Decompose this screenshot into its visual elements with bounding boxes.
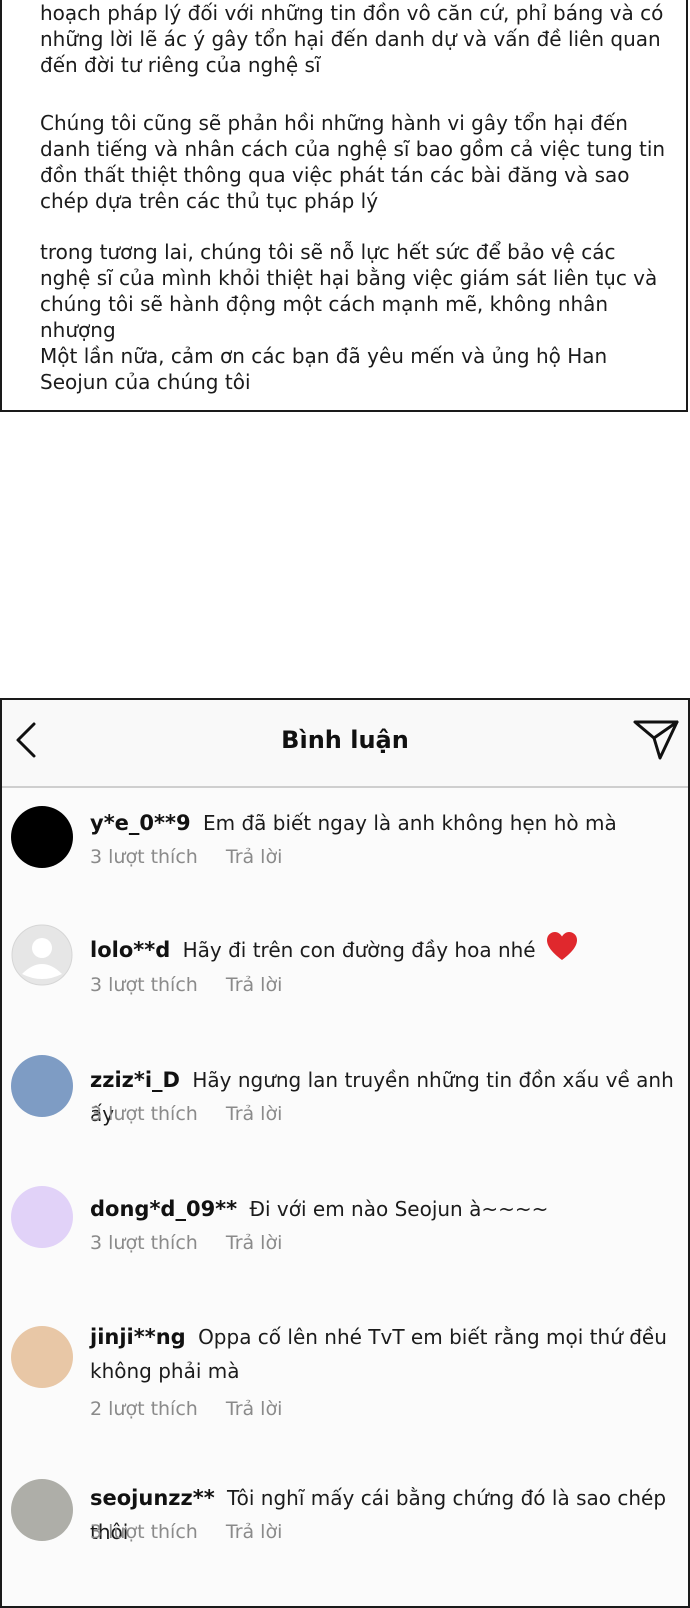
red-heart-icon <box>546 932 577 960</box>
comment-text-line: y*e_0**9 Em đã biết ngay là anh không hẹ… <box>90 806 684 840</box>
reply-button[interactable]: Trả lời <box>226 1521 283 1543</box>
comments-screen: Bình luận y*e_0**9 Em đã biết ngay là an… <box>0 698 690 1608</box>
comment-username[interactable]: y*e_0**9 <box>90 811 191 835</box>
paper-plane-icon[interactable] <box>632 718 680 762</box>
announcement-paragraph: hoạch pháp lý đối với những tin đồn vô c… <box>40 1 664 77</box>
avatar[interactable] <box>11 924 73 986</box>
comment-meta: 2 lượt thích Trả lời <box>90 1398 304 1420</box>
avatar[interactable] <box>11 806 73 868</box>
like-count[interactable]: 3 lượt thích <box>90 1521 198 1543</box>
announcement-paragraph: trong tương lai, chúng tôi sẽ nỗ lực hết… <box>40 240 658 342</box>
comment-text: Đi với em nào Seojun à~~~~ <box>249 1197 549 1221</box>
comment-text: Hãy đi trên con đường đầy hoa nhé <box>182 938 536 962</box>
avatar[interactable] <box>11 1055 73 1117</box>
comment-text-line: dong*d_09** Đi với em nào Seojun à~~~~ <box>90 1192 684 1226</box>
comment-username[interactable]: zziz*i_D <box>90 1068 180 1092</box>
comment-text-line: lolo**d Hãy đi trên con đường đầy hoa nh… <box>90 932 684 967</box>
announcement-paragraph: Chúng tôi cũng sẽ phản hồi những hành vi… <box>40 111 666 213</box>
reply-button[interactable]: Trả lời <box>226 974 283 996</box>
page-title: Bình luận <box>281 726 409 754</box>
announcement-paragraph: Một lần nữa, cảm ơn các bạn đã yêu mến v… <box>40 344 608 394</box>
announcement-panel: hoạch pháp lý đối với những tin đồn vô c… <box>0 0 688 412</box>
like-count[interactable]: 3 lượt thích <box>90 1103 198 1125</box>
comment-meta: 3 lượt thích Trả lời <box>90 1103 304 1125</box>
comment-meta: 3 lượt thích Trả lời <box>90 1521 304 1543</box>
comment-meta: 3 lượt thích Trả lời <box>90 974 304 996</box>
comment-text-line: jinji**ng Oppa cố lên nhé TvT em biết rằ… <box>90 1320 684 1388</box>
comment-username[interactable]: dong*d_09** <box>90 1197 237 1221</box>
avatar[interactable] <box>11 1186 73 1248</box>
comment-text: Em đã biết ngay là anh không hẹn hò mà <box>202 811 617 835</box>
reply-button[interactable]: Trả lời <box>226 846 283 868</box>
like-count[interactable]: 2 lượt thích <box>90 1398 198 1420</box>
reply-button[interactable]: Trả lời <box>226 1232 283 1254</box>
comment-meta: 3 lượt thích Trả lời <box>90 846 304 868</box>
like-count[interactable]: 3 lượt thích <box>90 846 198 868</box>
comment-username[interactable]: seojunzz** <box>90 1486 215 1510</box>
default-user-icon <box>11 924 73 986</box>
avatar[interactable] <box>11 1479 73 1541</box>
comment-meta: 3 lượt thích Trả lời <box>90 1232 304 1254</box>
comments-header: Bình luận <box>2 700 688 788</box>
like-count[interactable]: 3 lượt thích <box>90 974 198 996</box>
reply-button[interactable]: Trả lời <box>226 1103 283 1125</box>
comment-username[interactable]: jinji**ng <box>90 1325 186 1349</box>
reply-button[interactable]: Trả lời <box>226 1398 283 1420</box>
comment-username[interactable]: lolo**d <box>90 938 170 962</box>
like-count[interactable]: 3 lượt thích <box>90 1232 198 1254</box>
avatar[interactable] <box>11 1326 73 1388</box>
